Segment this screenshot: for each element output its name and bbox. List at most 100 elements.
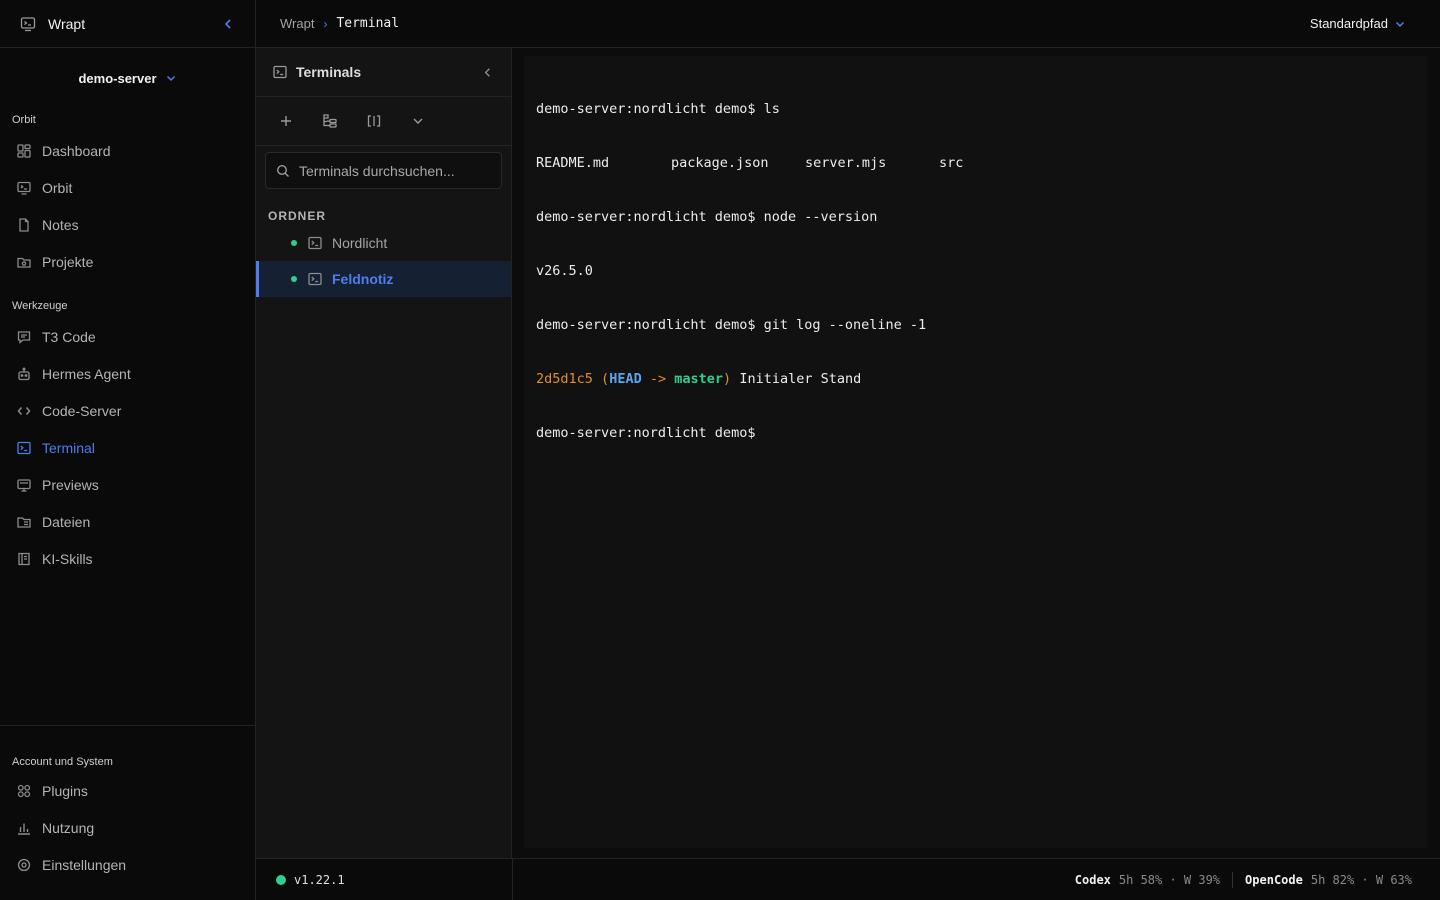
sidebar-item-label: Hermes Agent	[42, 365, 131, 382]
terminal-area: demo-server:nordlicht demo$ ls README.md…	[512, 48, 1440, 858]
folder-files-icon	[17, 516, 31, 528]
screen-icon	[17, 478, 31, 492]
split-icon[interactable]	[366, 113, 382, 129]
book-icon	[18, 552, 30, 565]
usage-codex[interactable]: Codex 5h 58% · W 39%	[1075, 873, 1220, 887]
chevron-down-icon	[1395, 21, 1405, 27]
tree-icon[interactable]	[322, 113, 338, 129]
chevron-down-icon	[166, 75, 175, 82]
sidebar-item-t3-code[interactable]: T3 Code	[0, 318, 255, 355]
commit-hash: 2d5d1c5	[536, 371, 593, 387]
sidebar-item-label: Dateien	[42, 513, 91, 530]
usage-name: Codex	[1074, 872, 1111, 887]
sidebar-item-plugins[interactable]: Plugins	[0, 772, 255, 809]
usage-value: 5h 82% · W 63%	[1310, 872, 1412, 887]
status-bar: v1.22.1 Codex 5h 58% · W 39% OpenCode 5h…	[256, 858, 1440, 900]
sidebar-collapse-icon[interactable]	[221, 17, 235, 31]
sidebar-item-nutzung[interactable]: Nutzung	[0, 809, 255, 846]
sidebar-item-label: Nutzung	[42, 819, 95, 836]
sidebar-item-orbit[interactable]: Orbit	[0, 169, 255, 206]
monitor-icon	[20, 16, 36, 31]
sidebar-item-label: Notes	[42, 216, 79, 233]
ls-entry: README.md	[536, 155, 610, 171]
usage-opencode[interactable]: OpenCode 5h 82% · W 63%	[1245, 873, 1412, 887]
chevron-down-icon[interactable]	[410, 113, 426, 129]
path-select[interactable]: Standardpfad	[1310, 16, 1406, 31]
sidebar-item-notes[interactable]: Notes	[0, 206, 255, 243]
grid-icon	[17, 784, 31, 797]
terminal-line: v26.5.0	[536, 263, 593, 279]
terminal-item-label: Nordlicht	[332, 235, 388, 251]
nav-group-system-label: Account und System	[12, 756, 113, 768]
terminal-line: demo-server:nordlicht demo$ ls	[536, 101, 780, 117]
terminal-line-ls-output: README.md package.json server.mjs src	[536, 154, 1415, 172]
sidebar-item-label: Einstellungen	[42, 856, 127, 873]
version-indicator: v1.22.1	[256, 859, 513, 900]
plus-icon[interactable]	[278, 113, 294, 129]
search-input[interactable]	[299, 162, 489, 179]
usage-indicators: Codex 5h 58% · W 39% OpenCode 5h 82% · W…	[1075, 871, 1440, 888]
sidebar-item-projekte[interactable]: Projekte	[0, 243, 255, 280]
sidebar-item-dateien[interactable]: Dateien	[0, 503, 255, 540]
gear-icon	[17, 858, 31, 871]
dashboard-icon	[17, 143, 31, 158]
ls-entry: package.json	[671, 155, 769, 171]
usage-value: 5h 58% · W 39%	[1118, 872, 1221, 887]
app-name: Wrapt	[48, 15, 86, 32]
folder-label: ORDNER	[268, 209, 327, 223]
server-selector[interactable]: demo-server	[0, 48, 255, 108]
status-dot	[291, 276, 297, 282]
code-icon	[17, 406, 31, 415]
usage-name: OpenCode	[1245, 872, 1303, 887]
file-icon	[19, 217, 29, 232]
terminal-icon	[17, 441, 31, 454]
terminal-search[interactable]	[265, 152, 502, 189]
terminal-item-nordlicht[interactable]: Nordlicht	[256, 225, 511, 261]
terminal-item-feldnotiz[interactable]: Feldnotiz	[256, 261, 511, 297]
breadcrumb-root[interactable]: Wrapt	[280, 16, 314, 31]
bar-chart-icon	[18, 823, 30, 835]
sidebar-item-code-server[interactable]: Code-Server	[0, 392, 255, 429]
sidebar-item-label: Plugins	[42, 782, 88, 799]
sidebar-item-label: Projekte	[42, 253, 94, 270]
panel-collapse-icon[interactable]	[481, 66, 494, 79]
git-arrow: ->	[649, 371, 667, 387]
sidebar-item-hermes-agent[interactable]: Hermes Agent	[0, 355, 255, 392]
sidebar-item-label: Dashboard	[42, 142, 111, 159]
nav-group-orbit-label: Orbit	[12, 114, 36, 126]
terminal-icon	[308, 272, 322, 286]
search-icon	[276, 164, 289, 177]
breadcrumb-separator: ›	[323, 16, 328, 31]
terminal-screen[interactable]: demo-server:nordlicht demo$ ls README.md…	[524, 56, 1427, 848]
terminal-icon	[308, 236, 322, 250]
paren-open: (	[601, 371, 610, 387]
top-bar: Wrapt › Terminal Standardpfad	[256, 0, 1440, 48]
terminal-line-git-log: 2d5d1c5 (HEAD -> master) Initialer Stand	[536, 370, 1415, 388]
git-branch: master	[674, 371, 724, 387]
ls-entry: src	[939, 155, 964, 171]
sidebar-item-label: Previews	[42, 476, 99, 493]
sidebar: Wrapt demo-server Orbit Dashboard Orbit …	[0, 0, 256, 900]
sidebar-system-section: Account und System Plugins Nutzung Einst…	[0, 725, 255, 900]
app-version: v1.22.1	[294, 872, 345, 887]
sidebar-item-ki-skills[interactable]: KI-Skills	[0, 540, 255, 577]
git-head: HEAD	[609, 371, 642, 387]
terminal-line: demo-server:nordlicht demo$ node --versi…	[536, 209, 878, 225]
bot-icon	[18, 367, 30, 380]
online-status-dot	[276, 874, 286, 885]
terminals-panel-header: Terminals	[256, 48, 511, 97]
divider	[1232, 871, 1234, 888]
folder-icon	[17, 257, 31, 268]
sidebar-item-terminal[interactable]: Terminal	[0, 429, 255, 466]
status-dot	[291, 240, 297, 246]
monitor-icon	[17, 181, 31, 195]
terminal-line: demo-server:nordlicht demo$ git log --on…	[536, 317, 927, 333]
sidebar-item-label: Code-Server	[42, 402, 122, 419]
breadcrumb-current: Terminal	[336, 16, 400, 31]
sidebar-item-dashboard[interactable]: Dashboard	[0, 132, 255, 169]
sidebar-item-label: T3 Code	[42, 328, 96, 345]
path-select-label: Standardpfad	[1309, 16, 1388, 31]
terminals-toolbar	[256, 97, 511, 146]
sidebar-item-previews[interactable]: Previews	[0, 466, 255, 503]
sidebar-item-einstellungen[interactable]: Einstellungen	[0, 846, 255, 883]
